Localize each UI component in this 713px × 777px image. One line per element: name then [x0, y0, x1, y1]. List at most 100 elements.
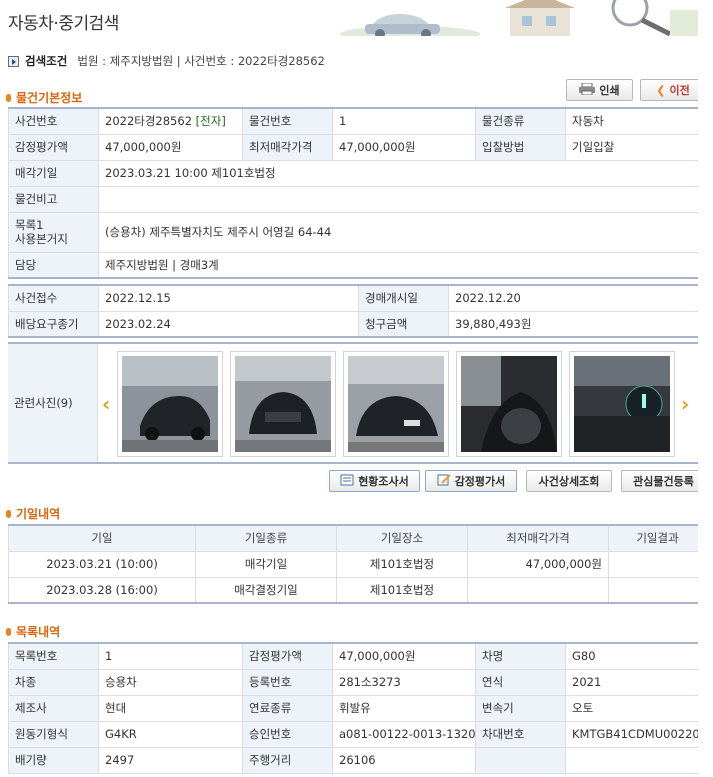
photo-thumb-3[interactable]	[343, 351, 449, 457]
watch-item-button[interactable]: 관심물건등록	[621, 470, 706, 492]
bid-method-label: 입찰방법	[475, 133, 566, 161]
basic-info-title: 물건기본정보	[6, 89, 82, 106]
search-condition: 검색조건 법원 : 제주지방법원 | 사건번호 : 2022타경28562	[8, 53, 325, 69]
print-button[interactable]: 인쇄	[566, 79, 633, 101]
table-row: 원동기형식 G4KR 승인번호 a081-00122-0013-1320 차대번호 K…	[8, 720, 707, 748]
listing-title: 목록내역	[6, 623, 60, 640]
case-no-value: 2022타경28562 [전자]	[98, 107, 243, 135]
schedule-min-price: 47,000,000원	[467, 550, 609, 578]
remark-value	[98, 185, 707, 213]
schedule-header: 기일	[8, 524, 196, 552]
min-price-value: 47,000,000원	[332, 133, 476, 161]
item-type-value: 자동차	[565, 107, 707, 135]
table-row: 배기량 2497 주행거리 26106	[8, 746, 707, 774]
listing-label: 연식	[475, 668, 566, 696]
case-no-label: 사건번호	[8, 107, 99, 135]
received-label: 사건접수	[8, 284, 99, 312]
claim-label: 청구금액	[358, 310, 449, 338]
start-label: 경매개시일	[358, 284, 449, 312]
remark-label: 물건비고	[8, 185, 99, 213]
listing-label: 승인번호	[242, 720, 333, 748]
listing-label: 차대번호	[475, 720, 566, 748]
listing-label: 배기량	[8, 746, 99, 774]
appraisal-value: 47,000,000원	[98, 133, 243, 161]
schedule-table: 기일 기일종류 기일장소 최저매각가격 기일결과 2023.03.21 (10:…	[8, 524, 707, 604]
back-label: 이전	[669, 84, 690, 97]
listing-label: 원동기형식	[8, 720, 99, 748]
schedule-date: 2023.03.21 (10:00)	[8, 550, 196, 578]
listing-value	[565, 746, 707, 774]
chevron-right-icon[interactable]: ›	[681, 392, 689, 416]
right-scroll-gutter	[698, 0, 713, 777]
listing-value: 휘발유	[332, 694, 476, 722]
listing-value: 2021	[565, 668, 707, 696]
list-value: (승용차) 제주특별자치도 제주시 어영길 64-44	[98, 211, 707, 253]
photo-thumb-2[interactable]	[230, 351, 336, 457]
listing-value: 281소3273	[332, 668, 476, 696]
printer-icon	[579, 82, 596, 98]
table-row: 2023.03.28 (16:00) 매각결정기일 제101호법정	[8, 576, 707, 604]
dept-value: 제주지방법원 | 경매3계	[98, 251, 707, 279]
received-value: 2022.12.15	[98, 284, 359, 312]
listing-value: 오토	[565, 694, 707, 722]
item-no-value: 1	[332, 107, 476, 135]
claim-value: 39,880,493원	[448, 310, 707, 338]
deadline-value: 2023.02.24	[98, 310, 359, 338]
schedule-type: 매각기일	[195, 550, 337, 578]
listing-value: 26106	[332, 746, 476, 774]
schedule-place: 제101호법정	[336, 576, 468, 604]
deadline-label: 배당요구종기	[8, 310, 99, 338]
schedule-title: 기일내역	[6, 505, 60, 522]
search-condition-text: 법원 : 제주지방법원 | 사건번호 : 2022타경28562	[77, 54, 325, 68]
listing-label: 목록번호	[8, 642, 99, 670]
item-type-label: 물건종류	[475, 107, 566, 135]
print-label: 인쇄	[599, 84, 620, 97]
document-icon	[340, 474, 354, 489]
min-price-label: 최저매각가격	[242, 133, 333, 161]
edit-icon	[437, 473, 451, 489]
schedule-date: 2023.03.28 (16:00)	[8, 576, 196, 604]
listing-value: G80	[565, 642, 707, 670]
photo-thumb-4[interactable]	[456, 351, 562, 457]
sale-date-value: 2023.03.21 10:00 제101호법정	[98, 159, 707, 187]
search-condition-label: 검색조건	[25, 54, 68, 68]
car-dashboard-photo	[574, 356, 670, 452]
bullet-icon	[6, 627, 11, 636]
listing-label: 차명	[475, 642, 566, 670]
survey-button[interactable]: 현황조사서	[329, 470, 420, 492]
item-no-label: 물건번호	[242, 107, 333, 135]
chevron-left-icon: ❮	[656, 83, 666, 97]
schedule-type: 매각결정기일	[195, 576, 337, 604]
car-photo	[122, 356, 218, 452]
photos-label: 관련사진(9)	[8, 344, 98, 462]
related-photos: 관련사진(9) ‹ ›	[8, 342, 706, 464]
chevron-left-icon[interactable]: ‹	[102, 392, 110, 416]
listing-value: 1	[98, 642, 243, 670]
listing-label: 차종	[8, 668, 99, 696]
appraisal-label: 감정평가액	[8, 133, 99, 161]
bullet-icon	[6, 509, 11, 518]
listing-label: 제조사	[8, 694, 99, 722]
listing-table: 목록번호 1 감정평가액 47,000,000원 차명 G80 차종 승용차 등록번호 2…	[8, 642, 707, 774]
case-dates-table: 사건접수 2022.12.15 경매개시일 2022.12.20 배당요구종기 …	[8, 284, 707, 338]
schedule-result	[608, 576, 707, 604]
listing-value: a081-00122-0013-1320	[332, 720, 476, 748]
case-detail-button[interactable]: 사건상세조회	[526, 470, 612, 492]
page-header: 자동차·중기검색	[0, 0, 713, 38]
car-photo	[348, 356, 444, 452]
photo-thumb-1[interactable]	[117, 351, 223, 457]
basic-info-table: 사건번호 2022타경28562 [전자] 물건번호 1 물건종류 자동차 감정…	[8, 107, 707, 279]
table-row: 차종 승용차 등록번호 281소3273 연식 2021	[8, 668, 707, 696]
listing-value: 승용차	[98, 668, 243, 696]
appraisal-doc-button[interactable]: 감정평가서	[425, 470, 517, 492]
listing-value: 47,000,000원	[332, 642, 476, 670]
back-button[interactable]: ❮ 이전	[640, 79, 706, 101]
schedule-min-price	[467, 576, 609, 604]
bid-method-value: 기일입찰	[565, 133, 707, 161]
photo-thumb-5[interactable]	[569, 351, 675, 457]
schedule-place: 제101호법정	[336, 550, 468, 578]
electronic-tag: [전자]	[195, 114, 226, 129]
table-row: 목록번호 1 감정평가액 47,000,000원 차명 G80	[8, 642, 707, 670]
bullet-icon	[6, 93, 11, 102]
listing-value: KMTGB41CDMU002203	[565, 720, 707, 748]
